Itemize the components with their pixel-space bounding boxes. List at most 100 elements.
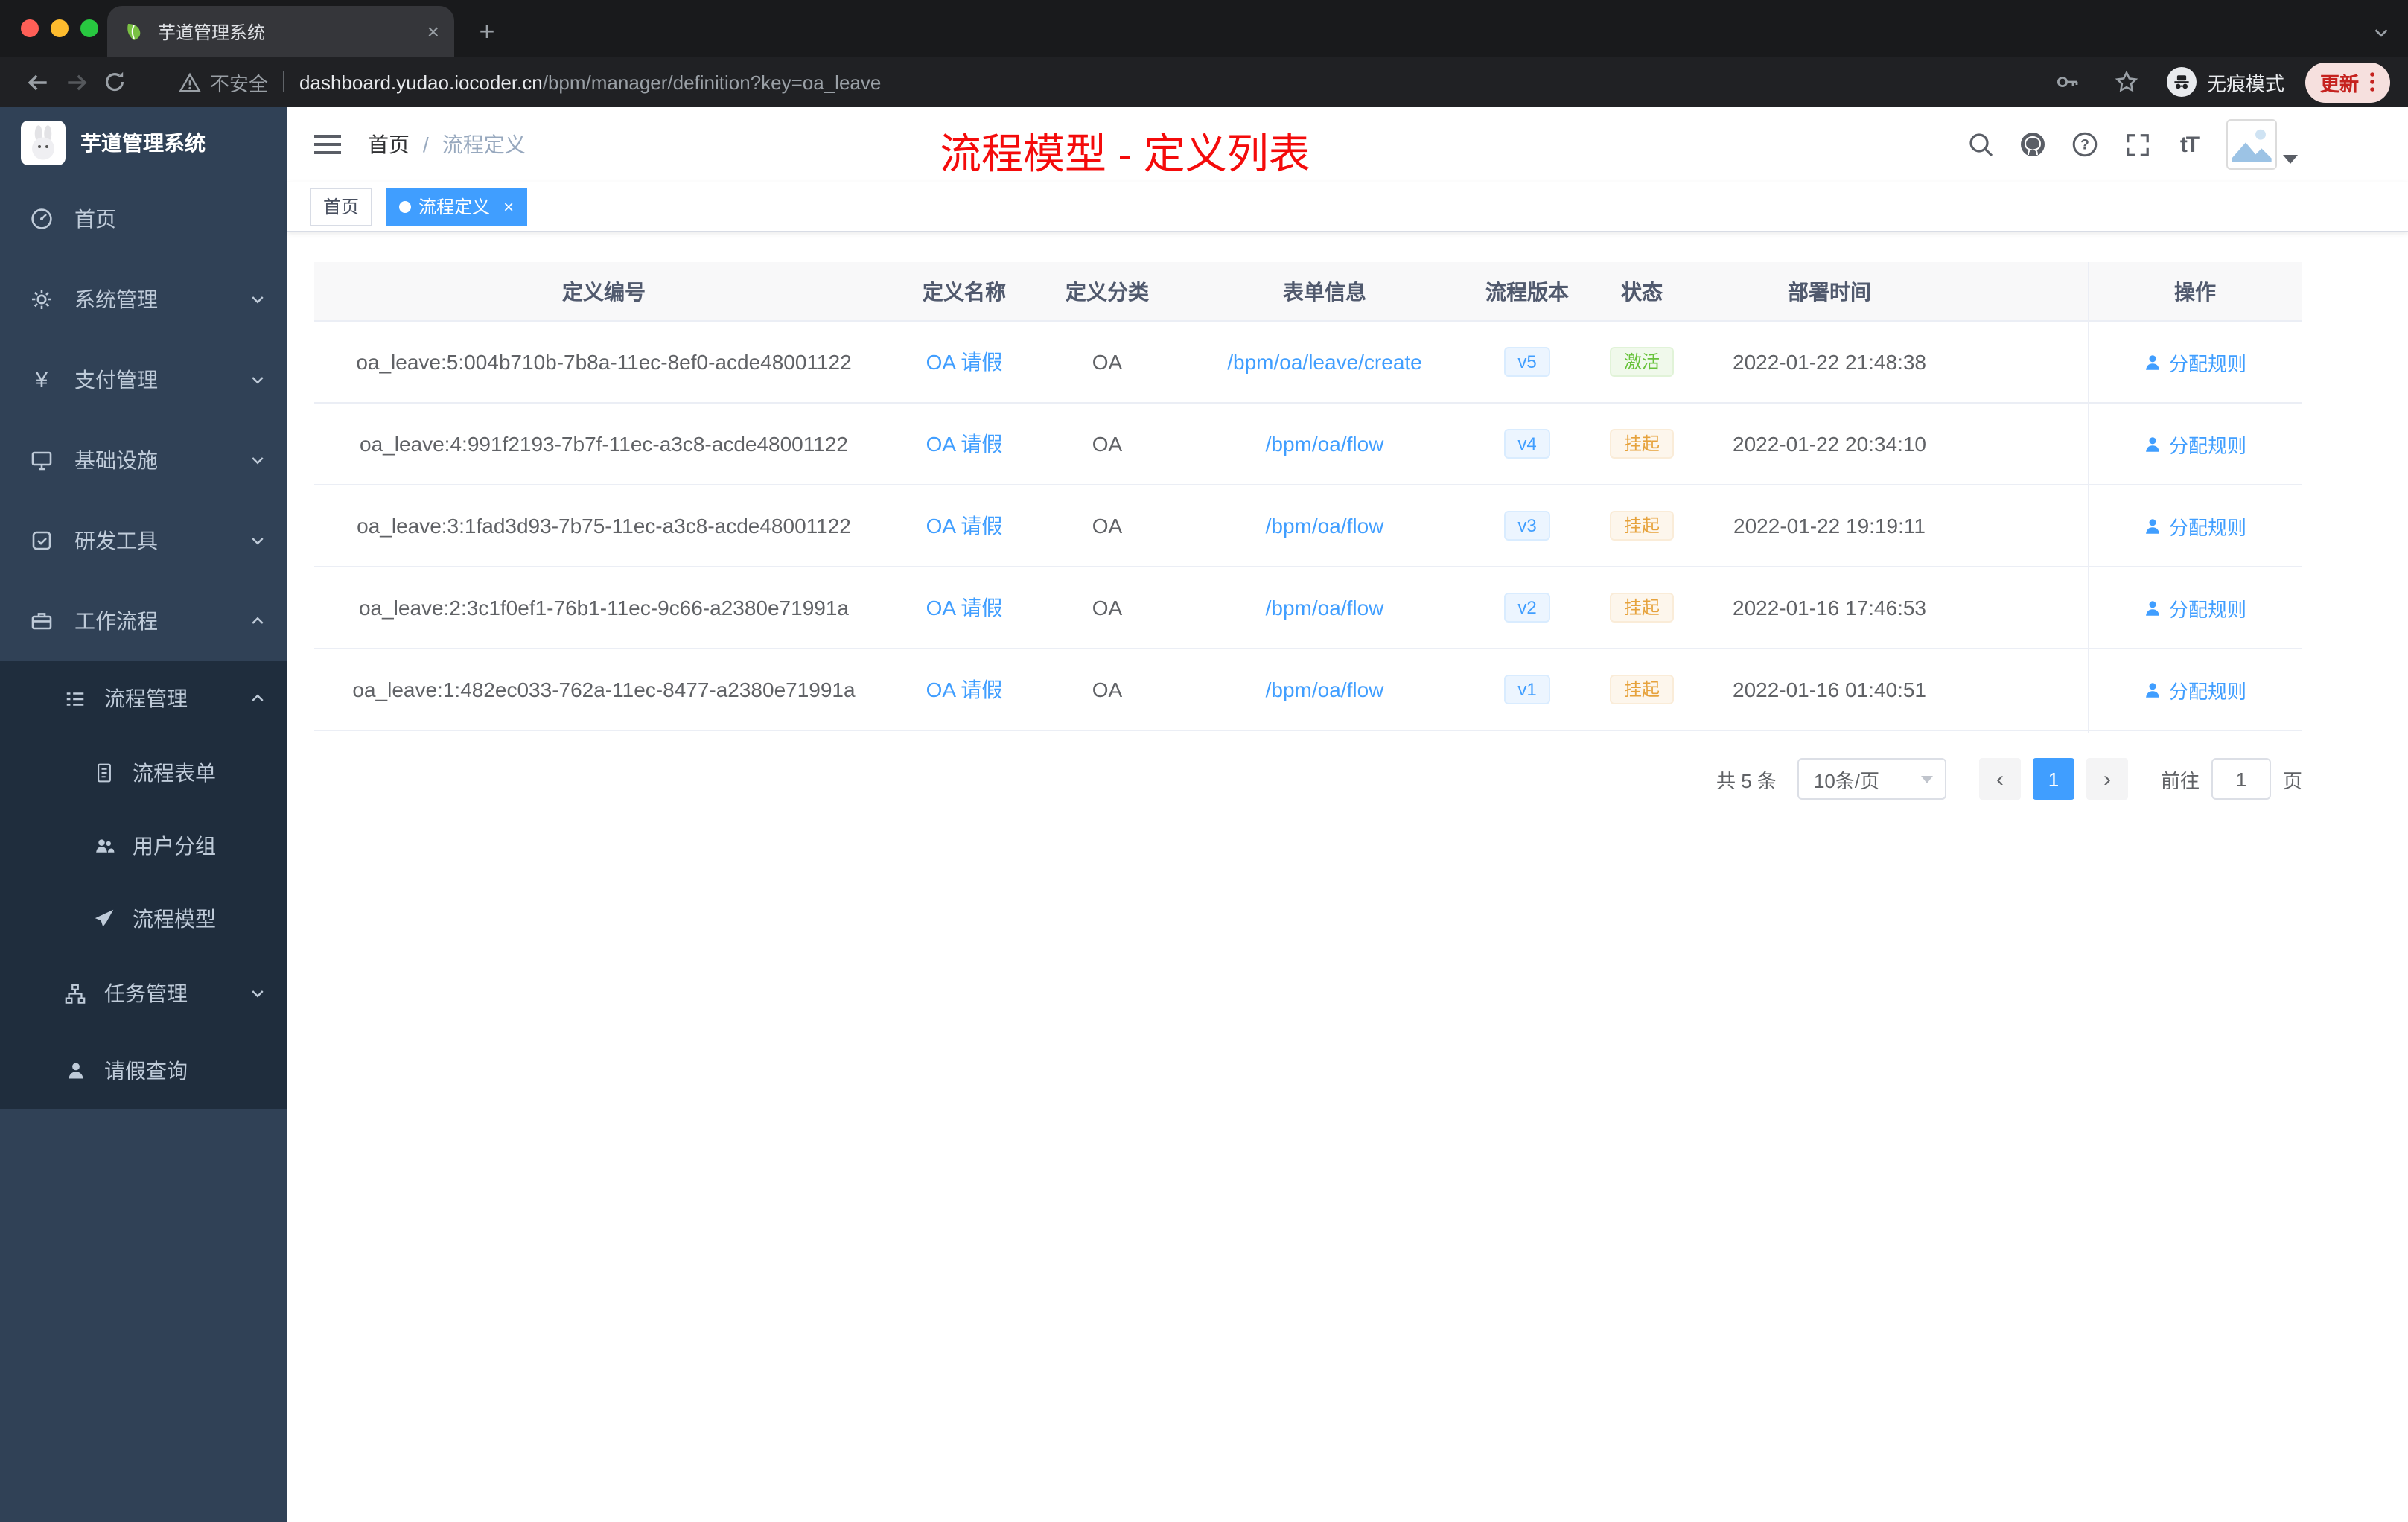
assign-rule-link[interactable]: 分配规则 <box>2144 512 2246 540</box>
assign-rule-label: 分配规则 <box>2168 434 2246 456</box>
col-header-version: 流程版本 <box>1485 279 1569 303</box>
help-icon[interactable]: ? <box>2070 130 2100 159</box>
col-header-definition-name: 定义名称 <box>923 279 1006 303</box>
prev-page-button[interactable]: ‹ <box>1978 758 2021 800</box>
address-bar[interactable]: 不安全 dashboard.yudao.iocoder.cn/bpm/manag… <box>176 61 2033 103</box>
version-badge[interactable]: v2 <box>1504 593 1550 623</box>
assign-rule-link[interactable]: 分配规则 <box>2144 593 2246 622</box>
sidebar-item-label: 任务管理 <box>104 981 188 1005</box>
tag-home[interactable]: 首页 <box>310 187 373 226</box>
window-controls <box>21 19 98 37</box>
sidebar-item-process-model[interactable]: 流程模型 <box>0 882 287 955</box>
sidebar-item-process-form[interactable]: 流程表单 <box>0 736 287 809</box>
tag-process-definition[interactable]: 流程定义 × <box>386 187 528 226</box>
assign-rule-link[interactable]: 分配规则 <box>2144 430 2246 458</box>
status-badge: 激活 <box>1610 347 1673 377</box>
sidebar-item-workflow[interactable]: 工作流程 <box>0 581 287 661</box>
main-area: 流程模型 - 定义列表 首页 / 流程定义 ? tT 首页 流程定义 × 定义编… <box>287 107 2408 1522</box>
form-info-link[interactable]: /bpm/oa/leave/create <box>1227 350 1422 374</box>
chrome-update-button[interactable]: 更新 <box>2305 62 2390 102</box>
tags-view-bar: 首页 流程定义 × <box>287 182 2408 232</box>
wrench-icon <box>30 529 54 553</box>
sidebar-logo[interactable]: 芋道管理系统 <box>0 107 287 179</box>
sidebar-item-infrastructure[interactable]: 基础设施 <box>0 420 287 500</box>
chevron-up-icon <box>249 690 267 707</box>
list-icon <box>64 687 86 710</box>
definition-name-link[interactable]: OA 请假 <box>926 678 1003 701</box>
tab-close-button[interactable]: × <box>427 19 439 43</box>
cell-definition-id: oa_leave:2:3c1f0ef1-76b1-11ec-9c66-a2380… <box>358 596 849 620</box>
definition-name-link[interactable]: OA 请假 <box>926 514 1003 538</box>
password-key-icon[interactable] <box>2048 63 2086 101</box>
chevron-down-icon <box>249 984 267 1002</box>
font-size-icon[interactable]: tT <box>2174 130 2204 159</box>
github-icon[interactable] <box>2018 130 2048 159</box>
sidebar-item-label: 系统管理 <box>74 287 158 311</box>
form-info-link[interactable]: /bpm/oa/flow <box>1266 596 1384 620</box>
tag-close-icon[interactable]: × <box>503 196 514 217</box>
close-window-button[interactable] <box>21 19 39 37</box>
sidebar-item-label: 基础设施 <box>74 448 158 472</box>
cell-category: OA <box>1092 678 1123 701</box>
sidebar-item-user-group[interactable]: 用户分组 <box>0 809 287 882</box>
maximize-window-button[interactable] <box>80 19 98 37</box>
user-avatar-dropdown[interactable] <box>2226 119 2298 170</box>
sidebar-item-home[interactable]: 首页 <box>0 179 287 259</box>
tab-search-chevron-icon[interactable] <box>2372 24 2390 42</box>
update-label: 更新 <box>2319 72 2359 95</box>
sidebar-item-devtools[interactable]: 研发工具 <box>0 500 287 581</box>
browser-tab[interactable]: 芋道管理系统 × <box>107 6 454 57</box>
definition-name-link[interactable]: OA 请假 <box>926 350 1003 374</box>
version-badge[interactable]: v3 <box>1504 511 1550 541</box>
paper-plane-icon <box>92 907 115 929</box>
goto-label: 前往 <box>2160 769 2200 792</box>
version-badge[interactable]: v1 <box>1504 675 1550 704</box>
search-icon[interactable] <box>1966 130 1995 159</box>
gear-icon <box>30 287 54 311</box>
toolbar-right-group: 无痕模式 更新 <box>2048 62 2390 102</box>
chevron-down-icon <box>249 371 267 389</box>
breadcrumb-separator: / <box>423 133 429 156</box>
chevron-down-icon <box>249 451 267 469</box>
next-page-button[interactable]: › <box>2086 758 2128 800</box>
version-badge[interactable]: v4 <box>1504 429 1550 459</box>
person-icon <box>2147 682 2160 697</box>
current-page-button[interactable]: 1 <box>2032 758 2074 800</box>
navbar: 首页 / 流程定义 ? tT <box>287 107 2408 182</box>
new-tab-button[interactable]: + <box>466 10 508 52</box>
sidebar-item-task-management[interactable]: 任务管理 <box>0 955 287 1032</box>
back-button[interactable] <box>18 63 57 101</box>
reload-button[interactable] <box>95 63 134 101</box>
goto-page-input[interactable] <box>2211 758 2271 800</box>
fullscreen-icon[interactable] <box>2122 130 2152 159</box>
form-info-link[interactable]: /bpm/oa/flow <box>1266 514 1384 538</box>
col-header-definition-id: 定义编号 <box>562 279 646 303</box>
sidebar-item-label: 流程表单 <box>133 760 216 784</box>
bookmark-star-icon[interactable] <box>2107 63 2146 101</box>
hamburger-icon[interactable] <box>311 128 344 161</box>
security-warning-icon <box>176 63 203 101</box>
document-icon <box>92 761 115 783</box>
assign-rule-link[interactable]: 分配规则 <box>2144 348 2246 376</box>
breadcrumb-home[interactable]: 首页 <box>368 130 410 159</box>
minimize-window-button[interactable] <box>51 19 69 37</box>
status-badge: 挂起 <box>1610 675 1673 704</box>
forward-button[interactable] <box>57 63 95 101</box>
sidebar-item-system[interactable]: 系统管理 <box>0 259 287 340</box>
form-info-link[interactable]: /bpm/oa/flow <box>1266 678 1384 701</box>
definition-name-link[interactable]: OA 请假 <box>926 432 1003 456</box>
page-size-select[interactable]: 10条/页 <box>1797 758 1946 800</box>
tag-label: 流程定义 <box>418 197 491 217</box>
sidebar-item-payment[interactable]: ¥ 支付管理 <box>0 340 287 420</box>
assign-rule-label: 分配规则 <box>2168 680 2246 702</box>
chevron-down-icon <box>1920 775 1933 783</box>
form-info-link[interactable]: /bpm/oa/flow <box>1266 432 1384 456</box>
definition-name-link[interactable]: OA 请假 <box>926 596 1003 620</box>
users-icon <box>92 834 115 856</box>
sidebar-item-process-management[interactable]: 流程管理 <box>0 661 287 736</box>
sidebar-item-label: 研发工具 <box>74 529 158 553</box>
version-badge[interactable]: v5 <box>1504 347 1550 377</box>
sidebar-item-leave-query[interactable]: 请假查询 <box>0 1032 287 1109</box>
chevron-up-icon <box>249 612 267 630</box>
assign-rule-link[interactable]: 分配规则 <box>2144 675 2246 704</box>
